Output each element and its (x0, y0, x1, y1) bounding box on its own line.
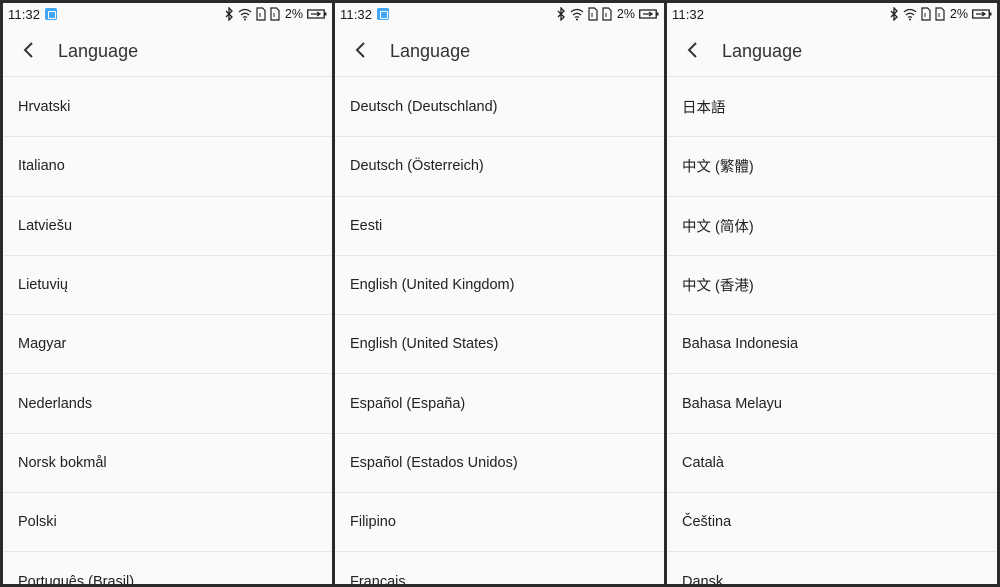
bluetooth-icon (225, 7, 234, 21)
language-label: Français (350, 573, 406, 584)
language-label: Dansk (682, 573, 724, 584)
status-time: 11:32 (8, 7, 41, 22)
app-bar: Language (3, 25, 332, 77)
language-item[interactable]: Italiano (3, 137, 332, 197)
phone-screen-3: 11:32 2% Language 日本語 中文 (繁體) 中文 (简体) 中文… (667, 3, 997, 584)
language-label: Hrvatski (18, 99, 71, 116)
language-item[interactable]: Español (Estados Unidos) (335, 434, 664, 494)
language-item[interactable]: 日本語 (667, 78, 997, 138)
language-label: Bahasa Indonesia (682, 336, 799, 353)
bluetooth-icon (557, 7, 566, 21)
status-time: 11:32 (340, 7, 373, 22)
battery-charging-icon (307, 7, 327, 21)
status-bar: 11:32 2% (3, 3, 332, 25)
language-item[interactable]: Français (335, 552, 664, 584)
language-item[interactable]: Čeština (667, 493, 997, 553)
battery-percent: 2% (284, 7, 303, 21)
language-label: English (United Kingdom) (350, 277, 515, 294)
status-time: 11:32 (672, 7, 705, 22)
sim-card-1-icon (256, 7, 266, 21)
language-label: Deutsch (Österreich) (350, 158, 484, 175)
language-label: 中文 (繁體) (682, 159, 754, 176)
language-item[interactable]: Bahasa Melayu (667, 374, 997, 434)
battery-charging-icon (972, 7, 992, 21)
language-item[interactable]: Lietuvių (3, 256, 332, 316)
wifi-icon (903, 7, 917, 21)
notification-app-icon (377, 8, 389, 20)
language-item[interactable]: English (United Kingdom) (335, 256, 664, 316)
language-item[interactable]: 中文 (简体) (667, 197, 997, 256)
language-label: Nederlands (18, 395, 93, 412)
language-label: Polski (18, 514, 57, 531)
language-label: Filipino (350, 514, 396, 531)
page-title: Language (58, 41, 139, 61)
language-label: 中文 (简体) (682, 219, 754, 236)
language-item[interactable]: Filipino (335, 493, 664, 553)
language-item[interactable]: Català (667, 434, 997, 494)
language-item[interactable]: 中文 (繁體) (667, 137, 997, 197)
page-title: Language (722, 41, 803, 61)
language-label: Eesti (350, 217, 383, 234)
screenshot-collage: 11:32 2% Language Hrvatski Italiano Latv… (0, 0, 1000, 587)
language-label: Lietuvių (18, 277, 68, 294)
language-label: Deutsch (Deutschland) (350, 99, 498, 116)
language-label: Català (682, 454, 724, 471)
back-arrow-icon[interactable] (683, 40, 703, 60)
language-item[interactable]: Eesti (335, 197, 664, 256)
language-item[interactable]: Español (España) (335, 374, 664, 434)
battery-charging-icon (639, 7, 659, 21)
language-item[interactable]: Norsk bokmål (3, 434, 332, 494)
language-label: English (United States) (350, 336, 499, 353)
language-item[interactable]: Magyar (3, 315, 332, 375)
language-list: Hrvatski Italiano Latviešu Lietuvių Magy… (3, 78, 332, 584)
phone-screen-1: 11:32 2% Language Hrvatski Italiano Latv… (3, 3, 332, 584)
sim-card-2-icon (270, 7, 280, 21)
language-item[interactable]: 中文 (香港) (667, 256, 997, 316)
language-item[interactable]: Deutsch (Deutschland) (335, 78, 664, 138)
language-item[interactable]: Dansk (667, 552, 997, 584)
language-item[interactable]: Nederlands (3, 374, 332, 434)
language-list: 日本語 中文 (繁體) 中文 (简体) 中文 (香港) Bahasa Indon… (667, 78, 997, 584)
notification-app-icon (45, 8, 57, 20)
bluetooth-icon (890, 7, 899, 21)
language-item[interactable]: Polski (3, 493, 332, 553)
language-label: Español (Estados Unidos) (350, 454, 518, 471)
language-label: Latviešu (18, 217, 73, 234)
wifi-icon (238, 7, 252, 21)
app-bar: Language (667, 25, 997, 77)
status-bar: 11:32 2% (667, 3, 997, 25)
language-label: Norsk bokmål (18, 454, 107, 471)
back-arrow-icon[interactable] (351, 40, 371, 60)
language-item[interactable]: English (United States) (335, 315, 664, 375)
app-bar: Language (335, 25, 664, 77)
language-item[interactable]: Latviešu (3, 197, 332, 256)
status-bar: 11:32 2% (335, 3, 664, 25)
language-label: Italiano (18, 158, 65, 175)
language-list: Deutsch (Deutschland) Deutsch (Österreic… (335, 78, 664, 584)
phone-screen-2: 11:32 2% Language Deutsch (Deutschland) … (335, 3, 664, 584)
sim-card-2-icon (935, 7, 945, 21)
page-title: Language (390, 41, 471, 61)
language-item[interactable]: Deutsch (Österreich) (335, 137, 664, 197)
language-item[interactable]: Português (Brasil) (3, 552, 332, 584)
battery-percent: 2% (616, 7, 635, 21)
battery-percent: 2% (949, 7, 968, 21)
language-label: Português (Brasil) (18, 573, 135, 584)
language-item[interactable]: Bahasa Indonesia (667, 315, 997, 375)
sim-card-2-icon (602, 7, 612, 21)
sim-card-1-icon (921, 7, 931, 21)
language-label: Magyar (18, 336, 67, 353)
language-label: Čeština (682, 514, 732, 531)
sim-card-1-icon (588, 7, 598, 21)
back-arrow-icon[interactable] (19, 40, 39, 60)
language-item[interactable]: Hrvatski (3, 78, 332, 138)
language-label: Español (España) (350, 395, 466, 412)
language-label: Bahasa Melayu (682, 395, 782, 412)
language-label: 日本語 (682, 100, 726, 117)
wifi-icon (570, 7, 584, 21)
language-label: 中文 (香港) (682, 278, 754, 295)
